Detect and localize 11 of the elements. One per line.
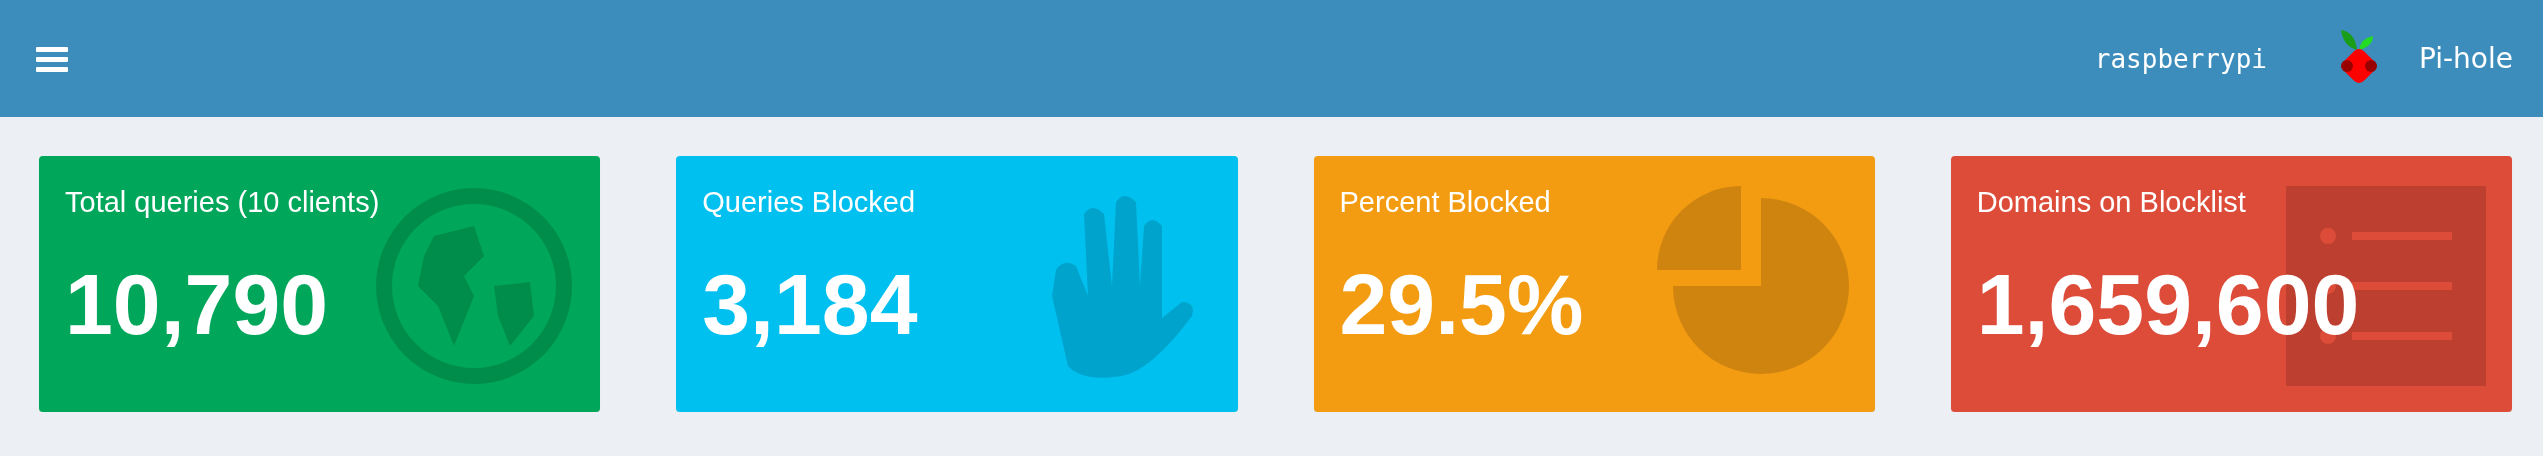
stat-value: 3,184 [702,261,919,347]
brand-name: Pi-hole [2418,42,2513,75]
stat-value: 29.5% [1339,261,1585,347]
stat-title: Queries Blocked [702,186,917,219]
stat-title: Domains on Blocklist [1976,186,2247,219]
menu-icon[interactable] [36,44,68,73]
stat-title: Percent Blocked [1339,186,1552,219]
stat-value: 1,659,600 [1976,261,2361,347]
hostname: raspberrypi [2094,43,2267,74]
stat-title: Total queries (10 clients) [65,186,381,219]
stat-value: 10,790 [65,261,330,347]
